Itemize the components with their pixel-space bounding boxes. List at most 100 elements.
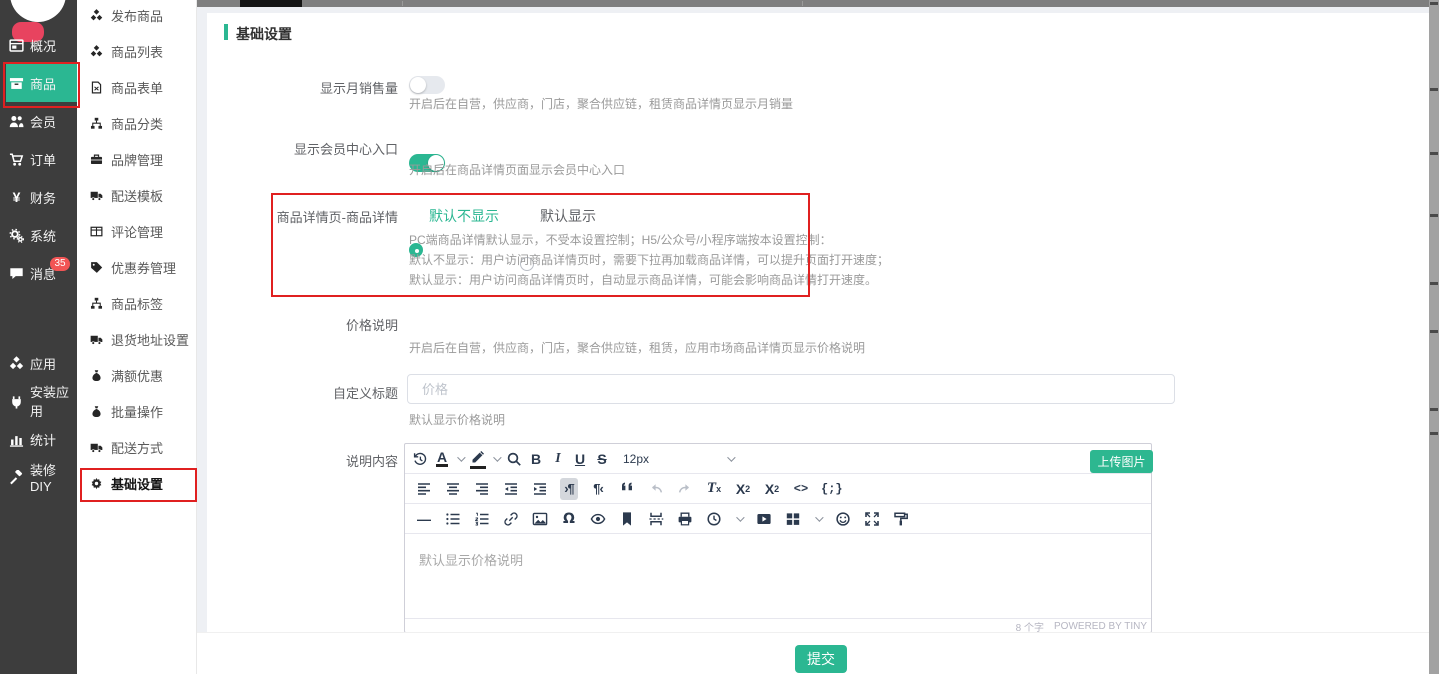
truck-icon: [90, 333, 103, 346]
submenu-item-goods-form[interactable]: 商品表单: [77, 69, 196, 105]
upload-image-button[interactable]: 上传图片: [1090, 450, 1153, 473]
insert-media-icon[interactable]: [755, 508, 773, 530]
special-character-icon[interactable]: Ω: [560, 508, 578, 530]
bold-icon[interactable]: B: [527, 448, 545, 470]
submenu-item-goods-tags[interactable]: 商品标签: [77, 285, 196, 321]
outdent-icon[interactable]: [502, 478, 520, 500]
submenu-item-basic-settings[interactable]: 基础设置: [77, 465, 196, 501]
align-right-icon[interactable]: [473, 478, 491, 500]
monthly-sales-label: 显示月销售量: [250, 78, 398, 97]
submenu-item-full-discount[interactable]: 满额优惠: [77, 357, 196, 393]
sidebar-item-label: 统计: [30, 430, 56, 449]
sidebar-item-system[interactable]: 系统: [0, 216, 77, 254]
page-break-icon[interactable]: [647, 508, 665, 530]
preview-eye-icon[interactable]: [589, 508, 607, 530]
format-painter-icon[interactable]: [892, 508, 910, 530]
restore-draft-icon[interactable]: [411, 448, 429, 470]
scrollbar[interactable]: [1429, 0, 1439, 674]
sidebar-item-goods[interactable]: 商品: [6, 64, 77, 102]
sidebar-item-label: 财务: [30, 188, 56, 207]
submit-button[interactable]: 提交: [795, 645, 847, 673]
sidebar-item-statistics[interactable]: 统计: [0, 420, 77, 458]
underline-icon[interactable]: U: [571, 448, 589, 470]
strikethrough-icon[interactable]: S: [593, 448, 611, 470]
italic-icon[interactable]: I: [549, 448, 567, 470]
print-icon[interactable]: [676, 508, 694, 530]
sidebar-item-decorate-diy[interactable]: 装修DIY: [0, 458, 77, 496]
submenu-item-brand-manage[interactable]: 品牌管理: [77, 141, 196, 177]
submenu-item-delivery-template[interactable]: 配送模板: [77, 177, 196, 213]
submenu-item-delivery-method[interactable]: 配送方式: [77, 429, 196, 465]
undo-icon[interactable]: [647, 478, 665, 500]
indent-icon[interactable]: [531, 478, 549, 500]
numbered-list-icon[interactable]: [473, 508, 491, 530]
chevron-down-icon[interactable]: [736, 513, 744, 521]
sidebar-item-label: 安装应用: [30, 382, 77, 420]
align-center-icon[interactable]: [444, 478, 462, 500]
link-icon[interactable]: [502, 508, 520, 530]
sidebar-item-label: 概况: [30, 36, 56, 55]
sidebar-item-finance[interactable]: ¥ 财务: [0, 178, 77, 216]
ltr-direction-icon[interactable]: ›¶: [560, 478, 578, 500]
document-icon: [90, 81, 103, 94]
money-bag-icon: [90, 405, 103, 418]
avatar[interactable]: [10, 0, 66, 22]
subscript-icon[interactable]: X2: [734, 478, 752, 500]
sidebar-item-orders[interactable]: 订单: [0, 140, 77, 178]
submenu-item-publish-goods[interactable]: 发布商品: [77, 0, 196, 33]
money-bag-icon: [90, 369, 103, 382]
anchor-bookmark-icon[interactable]: [618, 508, 636, 530]
powered-by-tiny: POWERED BY TINY: [1054, 621, 1147, 632]
chevron-down-icon[interactable]: [457, 453, 465, 461]
radio-default-hidden-label[interactable]: 默认不显示: [429, 206, 499, 226]
clear-formatting-icon[interactable]: Tx: [705, 478, 723, 500]
code-sample-icon[interactable]: {;}: [821, 478, 843, 500]
submenu-item-goods-category[interactable]: 商品分类: [77, 105, 196, 141]
highlight-color-icon[interactable]: [469, 448, 487, 470]
sidebar-item-overview[interactable]: 概况: [0, 26, 77, 64]
insert-datetime-icon[interactable]: [705, 508, 723, 530]
rich-text-editor: A B I U S 12px ›¶ ¶‹ Tx X2 X2 <> {;} — Ω: [404, 443, 1152, 633]
submenu-item-coupon-manage[interactable]: 优惠券管理: [77, 249, 196, 285]
price-note-label: 价格说明: [250, 315, 398, 334]
submenu-item-return-address[interactable]: 退货地址设置: [77, 321, 196, 357]
sidebar-item-members[interactable]: 会员: [0, 102, 77, 140]
chevron-down-icon[interactable]: [493, 453, 501, 461]
superscript-icon[interactable]: X2: [763, 478, 781, 500]
submenu-item-goods-list[interactable]: 商品列表: [77, 33, 196, 69]
content-label: 说明内容: [250, 451, 398, 470]
blockquote-icon[interactable]: [618, 478, 636, 500]
emoticons-icon[interactable]: [834, 508, 852, 530]
cubes-icon: [9, 356, 24, 371]
custom-title-input[interactable]: [407, 374, 1175, 404]
sidebar-item-install-apps[interactable]: 安装应用: [0, 382, 77, 420]
radio-default-shown-label[interactable]: 默认显示: [540, 206, 596, 226]
member-center-help: 开启后在商品详情页面显示会员中心入口: [409, 161, 625, 178]
monthly-sales-toggle[interactable]: [409, 76, 445, 94]
insert-image-icon[interactable]: [531, 508, 549, 530]
yen-icon: ¥: [9, 189, 24, 205]
truck-icon: [90, 189, 103, 202]
rtl-direction-icon[interactable]: ¶‹: [589, 478, 607, 500]
fullscreen-icon[interactable]: [863, 508, 881, 530]
code-icon[interactable]: <>: [792, 478, 810, 500]
search-replace-icon[interactable]: [505, 448, 523, 470]
text-color-icon[interactable]: A: [433, 448, 451, 470]
editor-toolbar-row-3: — Ω: [405, 504, 1151, 534]
align-left-icon[interactable]: [415, 478, 433, 500]
font-size-select[interactable]: 12px: [623, 452, 735, 466]
submenu-item-batch-operation[interactable]: 批量操作: [77, 393, 196, 429]
submenu-label: 配送模板: [111, 186, 163, 205]
submenu-label: 品牌管理: [111, 150, 163, 169]
horizontal-rule-icon[interactable]: —: [415, 508, 433, 530]
sidebar-item-apps[interactable]: 应用: [0, 344, 77, 382]
submenu-item-comment-manage[interactable]: 评论管理: [77, 213, 196, 249]
sidebar-item-label: 系统: [30, 226, 56, 245]
monthly-sales-help: 开启后在自营，供应商，门店，聚合供应链，租赁商品详情页显示月销量: [409, 95, 793, 112]
editor-body[interactable]: 默认显示价格说明: [405, 534, 1151, 618]
redo-icon[interactable]: [676, 478, 694, 500]
chevron-down-icon[interactable]: [815, 513, 823, 521]
bullet-list-icon[interactable]: [444, 508, 462, 530]
insert-table-icon[interactable]: [784, 508, 802, 530]
page-title: 基础设置: [236, 24, 292, 44]
